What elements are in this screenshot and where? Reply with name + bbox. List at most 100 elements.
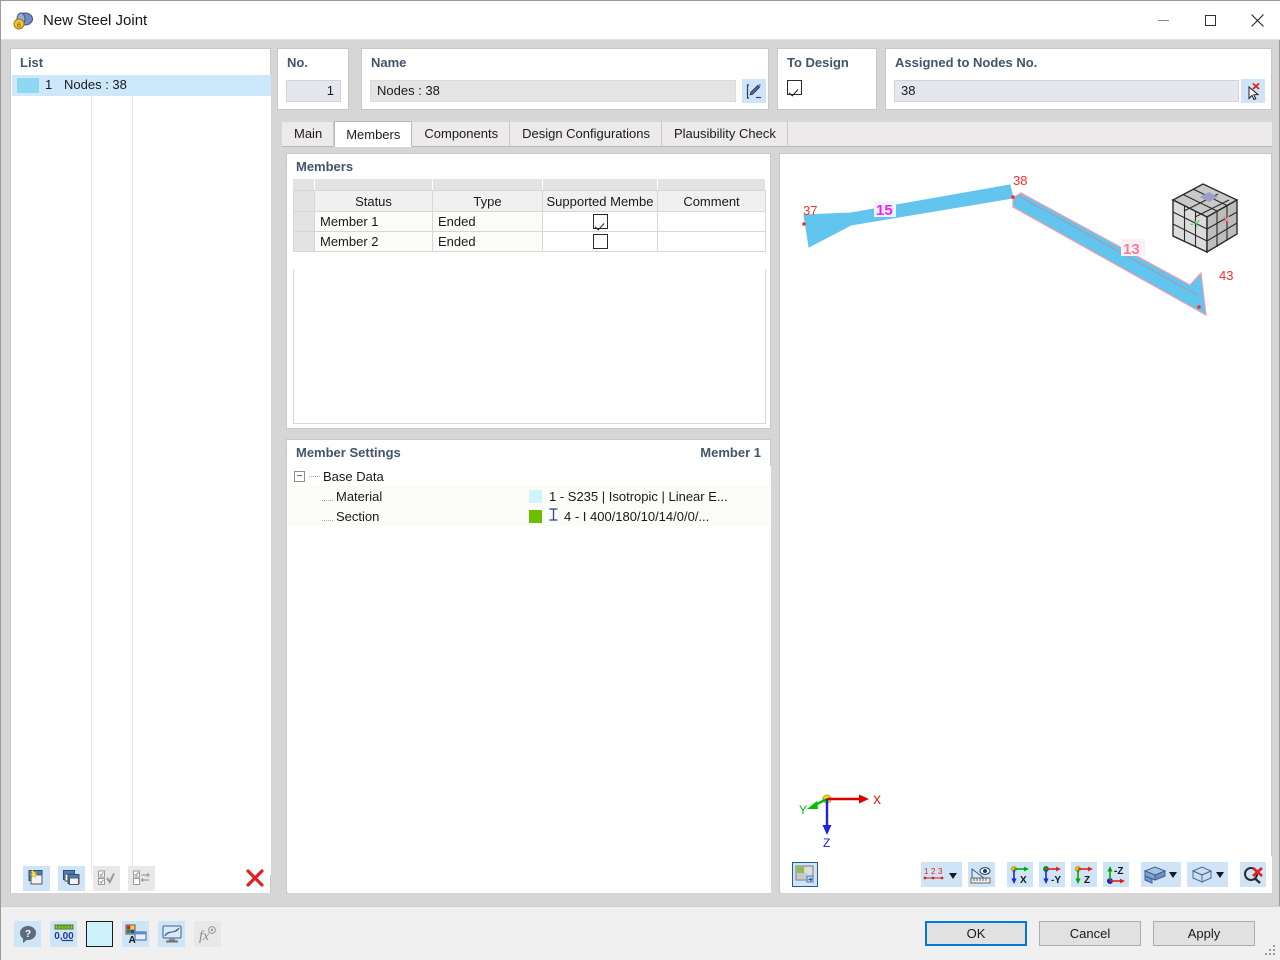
collapse-icon[interactable]: − [294,470,305,482]
section-color-swatch [529,509,542,523]
view-in-z-icon[interactable]: Z [1071,862,1097,887]
navigation-cube[interactable]: -Y X [1159,170,1251,265]
cell-status[interactable]: Member 2 [315,232,433,252]
question-balloon-icon[interactable]: ? [14,921,41,947]
column-header-type[interactable]: Type [433,190,543,212]
column-header-comment[interactable]: Comment [658,190,766,212]
tree-line [309,475,320,477]
axis-label-y: Y [799,803,807,817]
column-header-status[interactable]: Status [315,190,433,212]
tab-plausibility-check[interactable]: Plausibility Check [662,121,788,146]
resize-grip[interactable] [1265,945,1277,957]
new-joint-button[interactable] [23,865,50,891]
maximize-icon[interactable] [1187,1,1234,40]
svg-text:X: X [1020,875,1027,885]
to-design-group: To Design [777,48,877,110]
tab-components[interactable]: Components [412,121,511,146]
cell-comment[interactable] [658,232,766,252]
cube-face-x: X [1223,215,1230,226]
zoom-cancel-icon[interactable] [1240,862,1266,887]
svg-text:-Z: -Z [1114,866,1123,877]
axis-label-x: X [873,793,881,807]
tab-strip: Main Members Components Design Configura… [282,121,1272,147]
cell-supported-member[interactable] [543,212,658,232]
member-label: 15 [876,202,893,219]
ok-button[interactable]: OK [925,921,1027,946]
table-row[interactable]: Member 2 Ended [293,232,766,252]
cancel-button[interactable]: Cancel [1039,921,1141,946]
view-in-neg-y-icon[interactable]: -Y [1039,862,1066,887]
titlebar-divider [1,39,1280,40]
view-in-neg-z-icon[interactable]: -Z [1102,862,1129,887]
members-table: Status Type Supported Membe Comment Memb… [293,179,766,252]
palette-window-icon[interactable]: A [122,921,149,947]
tree-group-base-data[interactable]: − Base Data [288,466,771,486]
model-view-panel: 37 38 43 15 13 -Y X X Y Z 1 2 3 X -Y Z -… [779,153,1272,893]
window-title: New Steel Joint [43,12,148,29]
list-item-number: 1 [45,77,53,92]
cell-type[interactable]: Ended [433,232,543,252]
close-icon[interactable] [1234,1,1280,40]
minimize-icon[interactable] [1140,1,1187,40]
pick-cursor-icon[interactable] [1241,79,1265,103]
view-in-x-icon[interactable]: X [1007,862,1034,887]
svg-text:1: 1 [924,867,929,876]
tree-row-material-value[interactable]: 1 - S235 | Isotropic | Linear E... [520,489,771,504]
tab-members[interactable]: Members [334,121,413,147]
tree-row-section-value[interactable]: 4 - I 400/180/10/14/0/0/... [520,508,771,524]
pencil-edit-icon[interactable] [742,79,766,103]
apply-button[interactable]: Apply [1153,921,1255,946]
axis-indicator: X Y Z [799,787,891,852]
member-settings-title: Member Settings [296,445,401,460]
column-header-supported-member[interactable]: Supported Membe [543,190,658,212]
list-panel-title: List [20,55,44,70]
numbering-123-icon[interactable]: 1 2 3 [920,862,962,887]
tab-main[interactable]: Main [282,121,335,146]
table-row[interactable]: Member 1 Ended [293,212,766,232]
cell-supported-member[interactable] [543,232,658,252]
svg-text:2: 2 [931,867,936,876]
node-label: 38 [1013,173,1027,188]
status-bar-icons: ? 0,00 A fx [14,921,221,947]
chevron-down-icon [1169,871,1178,878]
tab-design-configurations[interactable]: Design Configurations [510,121,662,146]
svg-text:6: 6 [17,22,21,29]
row-selector[interactable] [293,212,315,232]
no-group: No. 1 [277,48,349,110]
tree-row-material[interactable]: Material 1 - S235 | Isotropic | Linear E… [288,486,771,506]
name-input[interactable]: Nodes : 38 [370,80,736,102]
table-header-row: Status Type Supported Membe Comment [293,190,766,212]
solid-render-icon[interactable] [1140,862,1182,887]
i-section-icon [549,508,558,524]
cell-status[interactable]: Member 1 [315,212,433,232]
svg-text:?: ? [24,929,30,940]
node-label: 37 [803,203,817,218]
name-group-title: Name [371,55,407,70]
no-input[interactable]: 1 [286,80,341,102]
model-viewport[interactable]: 37 38 43 15 13 -Y X X Y Z [781,155,1272,855]
chevron-down-icon [949,872,958,879]
monitor-graphic-icon[interactable] [158,921,185,947]
svg-text:fx: fx [199,929,210,944]
cell-comment[interactable] [658,212,766,232]
visibility-ruler-eye-icon[interactable] [967,862,996,887]
decimal-places-icon[interactable]: 0,00 [50,921,77,947]
color-swatch-icon[interactable] [86,921,113,947]
column-header-select [293,190,315,212]
row-selector[interactable] [293,232,315,252]
render-thumbnail-icon[interactable] [792,862,818,887]
copy-joint-button[interactable] [58,865,85,891]
member-settings-group: Member Settings Member 1 − Base Data Mat… [286,439,809,893]
assigned-nodes-input[interactable]: 38 [894,80,1239,102]
window-controls [1140,1,1280,40]
svg-text:-Y: -Y [1051,875,1061,885]
cell-type[interactable]: Ended [433,212,543,232]
to-design-checkbox[interactable] [787,80,802,98]
list-item[interactable]: 1 Nodes : 38 [12,75,271,96]
tree-group-label: Base Data [323,468,384,484]
delete-joint-button[interactable] [241,866,268,891]
wireframe-cube-icon[interactable] [1187,862,1229,887]
tree-row-section-label: Section [288,509,520,524]
tree-row-section[interactable]: Section 4 - I 400/180/10/14/0/0/... [288,506,771,526]
tree-line [322,519,333,521]
